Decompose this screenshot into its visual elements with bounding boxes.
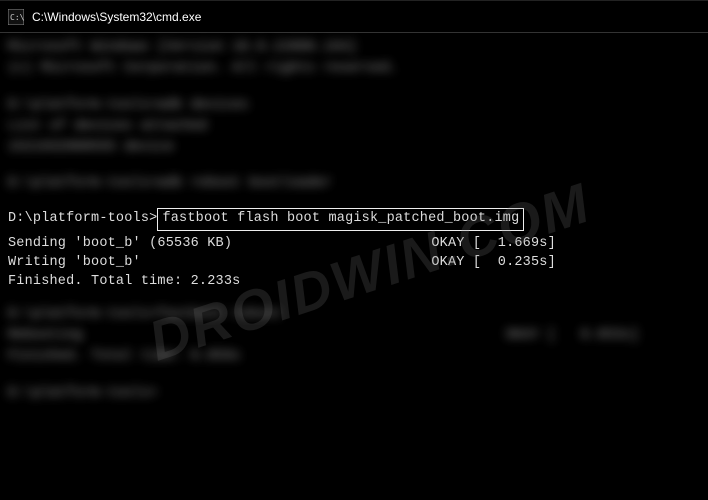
blurred-line: Finished. Total time: 0.059s: [8, 348, 700, 367]
svg-text:C:\: C:\: [10, 13, 24, 22]
blurred-line: (c) Microsoft Corporation. All rights re…: [8, 60, 700, 79]
highlighted-command: fastboot flash boot magisk_patched_boot.…: [157, 208, 524, 231]
blurred-line: D:\platform-tools>adb reboot bootloader: [8, 175, 700, 194]
blurred-line: Microsoft Windows [Version 10.0.22000.19…: [8, 39, 700, 58]
blurred-line: 1521932800555 device: [8, 139, 700, 158]
blurred-line: List of devices attached: [8, 118, 700, 137]
fastboot-output-block: D:\platform-tools>fastboot flash boot ma…: [8, 208, 700, 292]
output-line: Finished. Total time: 2.233s: [8, 273, 700, 292]
command-line: D:\platform-tools>fastboot flash boot ma…: [8, 208, 700, 231]
blurred-line: D:\platform-tools>: [8, 385, 700, 404]
blurred-line: D:\platform-tools>adb devices: [8, 97, 700, 116]
window-title: C:\Windows\System32\cmd.exe: [32, 10, 201, 24]
blurred-line: Rebooting OKAY [ 0.053s]: [8, 327, 700, 346]
output-line: Writing 'boot_b' OKAY [ 0.235s]: [8, 254, 700, 273]
cmd-icon: C:\: [8, 9, 24, 25]
blurred-line: D:\platform-tools>fastboot reboot: [8, 306, 700, 325]
window-titlebar: C:\ C:\Windows\System32\cmd.exe: [0, 1, 708, 33]
console-area: Microsoft Windows [Version 10.0.22000.19…: [0, 33, 708, 409]
prompt: D:\platform-tools>: [8, 211, 157, 226]
output-line: Sending 'boot_b' (65536 KB) OKAY [ 1.669…: [8, 235, 700, 254]
